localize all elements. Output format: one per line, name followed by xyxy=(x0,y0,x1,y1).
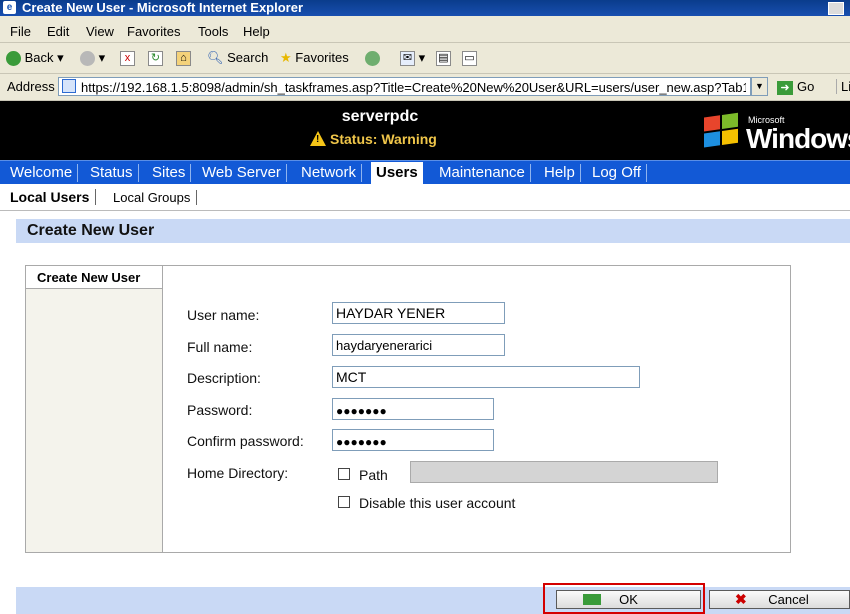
edit-button[interactable]: ▭ xyxy=(462,49,477,67)
history-button[interactable] xyxy=(365,49,380,67)
tab-sites[interactable]: Sites xyxy=(147,164,192,182)
search-button[interactable]: 🔍︎ Search xyxy=(207,49,268,67)
server-name: serverpdc xyxy=(341,108,419,125)
tab-web-server[interactable]: Web Server xyxy=(197,164,287,182)
history-icon xyxy=(365,51,380,67)
go-arrow-icon: ➜ xyxy=(777,80,793,95)
logo-windows-text: Windows xyxy=(746,123,850,154)
cancel-x-icon: ✖ xyxy=(735,591,747,607)
sub-nav: Local Users Local Groups xyxy=(0,184,850,211)
tab-users[interactable]: Users xyxy=(371,162,423,184)
password-label: Password: xyxy=(187,402,253,418)
tab-status[interactable]: Status xyxy=(85,164,139,182)
description-label: Description: xyxy=(187,370,261,386)
path-checkbox[interactable] xyxy=(338,468,350,480)
cancel-button[interactable]: ✖ Cancel xyxy=(709,590,850,609)
favorites-button[interactable]: ★ Favorites xyxy=(280,49,349,67)
search-label: Search xyxy=(227,50,269,65)
password-input[interactable]: ●●●●●●● xyxy=(332,398,494,420)
go-button[interactable]: ➜ Go xyxy=(777,77,827,96)
windows-flag-icon xyxy=(704,112,740,149)
address-label: Address xyxy=(7,79,55,94)
ok-arrow-icon xyxy=(583,594,601,605)
menu-bar: File Edit View Favorites Tools Help xyxy=(0,16,850,43)
windows-logo: Microsoft Windows xyxy=(704,111,850,156)
cancel-label: Cancel xyxy=(768,592,809,607)
menu-edit[interactable]: Edit xyxy=(47,24,69,39)
path-input[interactable] xyxy=(410,461,718,483)
subtab-local-users[interactable]: Local Users xyxy=(10,189,97,205)
confirm-password-label: Confirm password: xyxy=(187,433,304,449)
ie-icon: e xyxy=(3,1,16,14)
menu-view[interactable]: View xyxy=(86,24,114,39)
go-label: Go xyxy=(797,79,815,94)
search-icon: 🔍︎ xyxy=(207,50,224,65)
menu-file[interactable]: File xyxy=(10,24,31,39)
mail-button[interactable]: ✉ ▾ xyxy=(400,49,425,67)
ok-button[interactable]: OK xyxy=(556,590,701,609)
panel-title: Create New User xyxy=(37,270,141,285)
favorites-label: Favorites xyxy=(295,50,349,65)
description-input[interactable] xyxy=(332,366,640,388)
menu-help[interactable]: Help xyxy=(243,24,270,39)
address-bar: Address https://192.168.1.5:8098/admin/s… xyxy=(0,74,850,101)
mail-icon: ✉ xyxy=(400,51,415,67)
address-url: https://192.168.1.5:8098/admin/sh_taskfr… xyxy=(81,80,746,95)
page-title-band: Create New User xyxy=(16,219,850,243)
tab-welcome[interactable]: Welcome xyxy=(5,164,79,182)
password-mask: ●●●●●●● xyxy=(336,404,387,418)
disable-account-label: Disable this user account xyxy=(359,495,516,511)
refresh-icon: ↻ xyxy=(148,51,163,67)
fullname-input[interactable] xyxy=(332,334,505,356)
fullname-label: Full name: xyxy=(187,339,253,355)
disable-account-checkbox[interactable] xyxy=(338,496,350,508)
tab-maintenance[interactable]: Maintenance xyxy=(434,164,531,182)
username-label: User name: xyxy=(187,307,260,323)
forward-arrow-icon xyxy=(80,51,95,67)
page-icon xyxy=(62,79,76,93)
header-banner: serverpdc ! Status: Warning Microsoft Wi… xyxy=(0,101,850,160)
subtab-local-groups[interactable]: Local Groups xyxy=(113,190,198,205)
page-title: Create New User xyxy=(27,222,155,239)
menu-tools[interactable]: Tools xyxy=(198,24,228,39)
ok-label: OK xyxy=(619,592,638,607)
stop-icon: x xyxy=(120,51,135,67)
print-button[interactable]: ▤ xyxy=(436,49,451,67)
home-directory-label: Home Directory: xyxy=(187,465,289,481)
address-dropdown-button[interactable]: ▼ xyxy=(751,77,768,96)
window-title: Create New User - Microsoft Internet Exp… xyxy=(22,0,304,15)
print-icon: ▤ xyxy=(436,51,451,67)
star-icon: ★ xyxy=(280,50,292,65)
window-title-bar: e Create New User - Microsoft Internet E… xyxy=(0,0,850,16)
menu-favorites[interactable]: Favorites xyxy=(127,24,180,39)
edit-icon: ▭ xyxy=(462,51,477,67)
panel-sidebar xyxy=(26,266,163,552)
back-label: Back xyxy=(24,50,54,65)
path-label: Path xyxy=(359,467,388,483)
address-input[interactable]: https://192.168.1.5:8098/admin/sh_taskfr… xyxy=(58,77,751,96)
confirm-password-input[interactable]: ●●●●●●● xyxy=(332,429,494,451)
panel-header: Create New User xyxy=(26,266,162,289)
tab-network[interactable]: Network xyxy=(296,164,363,182)
links-label[interactable]: Li xyxy=(836,79,850,94)
home-icon: ⌂ xyxy=(176,51,191,67)
home-button[interactable]: ⌂ xyxy=(176,49,191,67)
warning-icon: ! xyxy=(310,131,326,146)
main-nav: Welcome Status Sites Web Server Network … xyxy=(0,160,850,185)
back-arrow-icon xyxy=(6,51,21,67)
minimize-button[interactable] xyxy=(828,2,844,15)
forward-button[interactable]: ▾ xyxy=(80,49,105,67)
stop-button[interactable]: x xyxy=(120,49,135,67)
username-input[interactable] xyxy=(332,302,505,324)
refresh-button[interactable]: ↻ xyxy=(148,49,163,67)
tab-log-off[interactable]: Log Off xyxy=(587,164,647,182)
toolbar: Back ▾ ▾ x ↻ ⌂ 🔍︎ Search ★ Favorites ✉ ▾… xyxy=(0,43,850,74)
back-button[interactable]: Back ▾ xyxy=(6,49,64,67)
tab-help[interactable]: Help xyxy=(539,164,581,182)
status-warning-link[interactable]: Status: Warning xyxy=(330,131,437,147)
confirm-password-mask: ●●●●●●● xyxy=(336,435,387,449)
